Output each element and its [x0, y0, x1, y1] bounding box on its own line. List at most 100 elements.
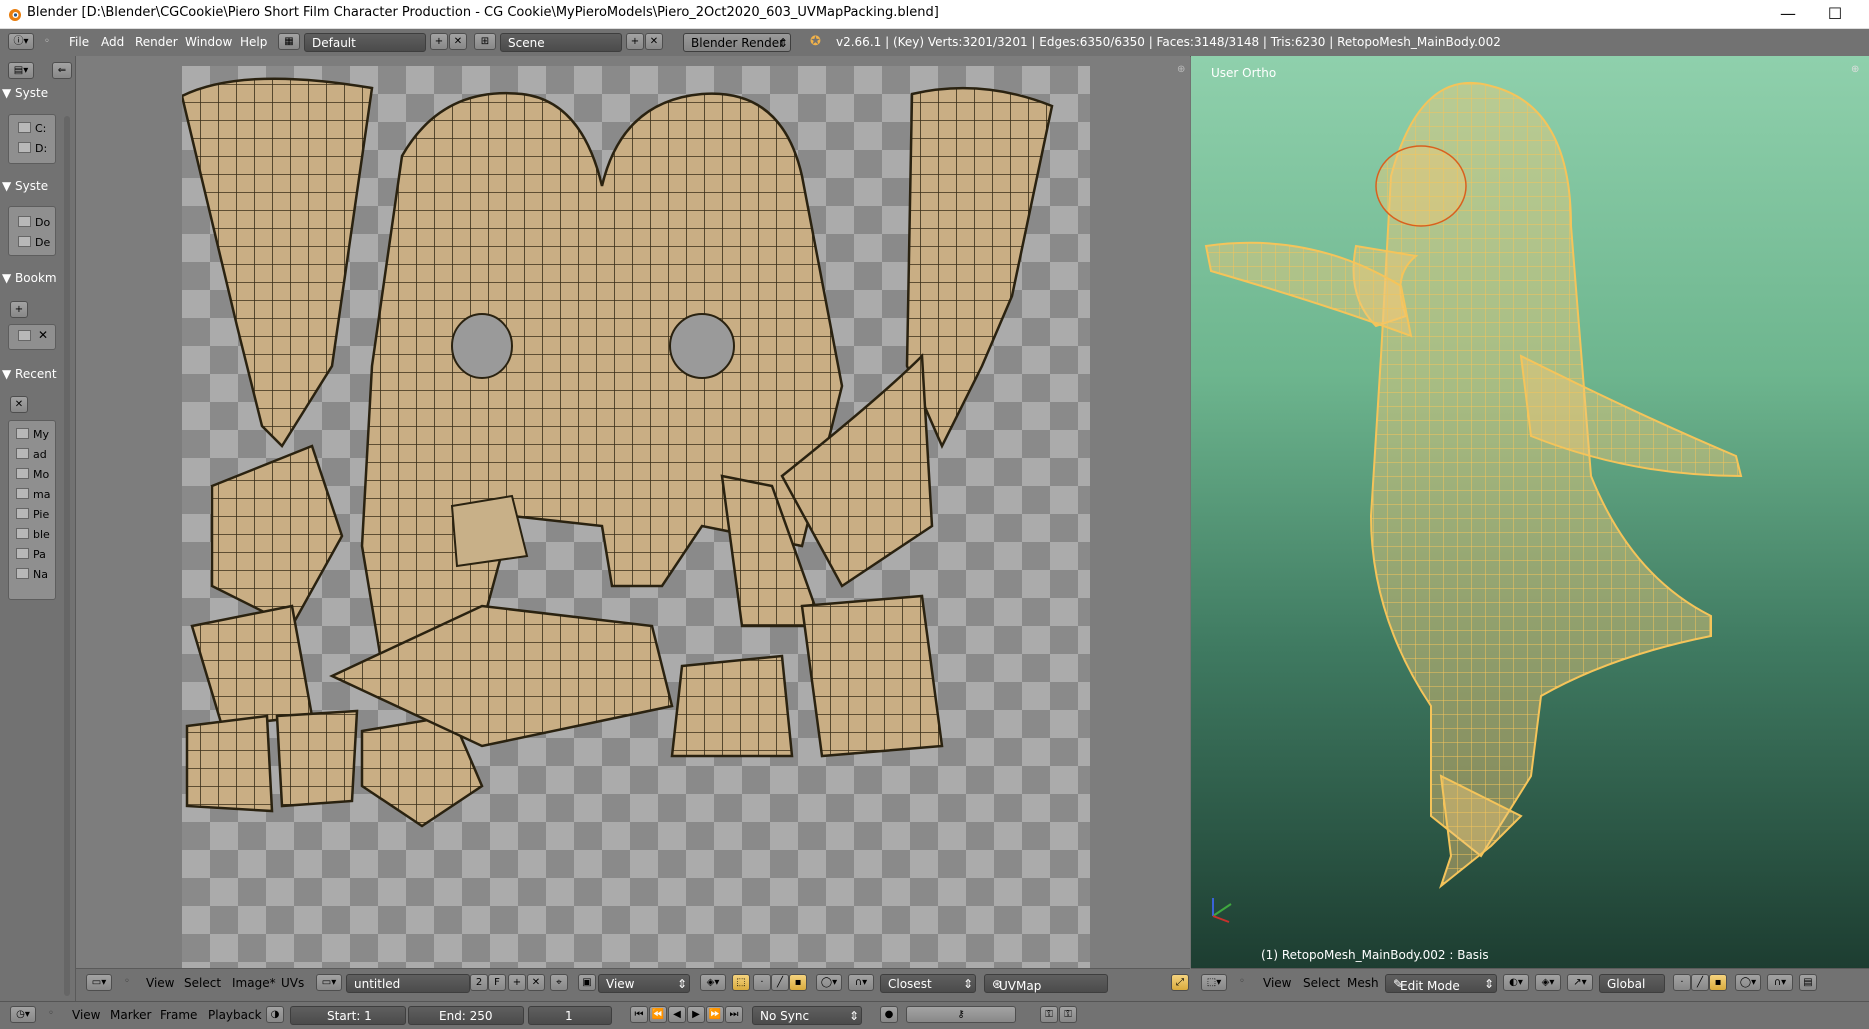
viewport-shading-icon[interactable]: ◐▾ — [1503, 974, 1529, 991]
sync-mode-dropdown[interactable]: No Sync ⇕ — [752, 1006, 862, 1025]
edge-select-icon[interactable]: ╱ — [771, 974, 789, 991]
uv-island-foot-right[interactable] — [670, 654, 794, 758]
menu-render[interactable]: Render — [135, 35, 178, 49]
fake-user-toggle[interactable]: F — [488, 974, 506, 991]
snap-icon[interactable]: ∩▾ — [848, 974, 874, 991]
remove-bookmark-icon[interactable]: ✕ — [38, 328, 48, 342]
mode-dropdown[interactable]: ✎ Edit Mode ⇕ — [1385, 974, 1497, 993]
add-bookmark-button[interactable]: + — [10, 301, 28, 318]
image-name-field[interactable]: untitled — [346, 974, 470, 993]
image-users-count[interactable]: 2 — [470, 974, 488, 991]
uv-island-toe-c[interactable] — [275, 709, 359, 808]
auto-keying-button[interactable]: ● — [880, 1006, 898, 1023]
uv-menu-select[interactable]: Select — [184, 976, 221, 990]
menu-help[interactable]: Help — [240, 35, 267, 49]
jump-start-button[interactable]: ⏮ — [630, 1006, 648, 1023]
manipulator-icon[interactable]: ↗▾ — [1567, 974, 1593, 991]
uv-image-editor[interactable]: ⊕ — [76, 56, 1190, 968]
screen-layout-icon[interactable]: ▦ — [278, 33, 300, 50]
section-system-2[interactable]: ▼ Syste — [2, 179, 48, 193]
folder-desktop[interactable]: De — [18, 236, 50, 249]
vertex-select-icon[interactable]: · — [753, 974, 771, 991]
sticky-select-dropdown[interactable]: Closest ⇕ — [880, 974, 976, 993]
recent-item[interactable]: My — [16, 428, 49, 441]
menu-file[interactable]: File — [69, 35, 89, 49]
view-mode-dropdown[interactable]: View ⇕ — [598, 974, 690, 993]
mode-icon[interactable]: ▣ — [578, 974, 596, 991]
area-split-handle-icon[interactable]: ⊕ — [1851, 64, 1859, 75]
collapse-menus-icon[interactable]: ◦ — [44, 36, 50, 47]
transform-orientation-dropdown[interactable]: Global — [1599, 974, 1665, 993]
uv-island-right-arm[interactable] — [905, 86, 1054, 449]
next-keyframe-button[interactable]: ⏩ — [706, 1006, 724, 1023]
recent-item[interactable]: Mo — [16, 468, 49, 481]
parent-directory-button[interactable]: ⇐ — [52, 62, 72, 79]
play-reverse-button[interactable]: ◀ — [668, 1006, 686, 1023]
edge-select-mode[interactable]: ╱ — [1691, 974, 1709, 991]
info-editor-type-icon[interactable]: ⓘ▾ — [8, 33, 34, 50]
recent-item[interactable]: Na — [16, 568, 48, 581]
recent-item[interactable]: ble — [16, 528, 50, 541]
drive-d[interactable]: D: — [18, 142, 47, 155]
add-scene-button[interactable]: + — [626, 33, 644, 50]
preview-range-icon[interactable]: ◑ — [266, 1006, 284, 1023]
uv-menu-uvs[interactable]: UVs — [281, 976, 304, 990]
timeline-menu-playback[interactable]: Playback — [208, 1008, 262, 1022]
uv-menu-image[interactable]: Image* — [232, 976, 276, 990]
image-update-toggle[interactable]: ⤢ — [1171, 974, 1189, 991]
clear-recent-button[interactable]: ✕ — [10, 396, 28, 413]
uv-island-toe-a[interactable] — [190, 604, 314, 728]
section-bookmarks[interactable]: ▼ Bookm — [2, 271, 57, 285]
pin-image-icon[interactable]: ⌖ — [550, 974, 568, 991]
screen-layout-field[interactable]: Default — [304, 33, 426, 52]
vertex-select-mode[interactable]: · — [1673, 974, 1691, 991]
area-split-handle-icon[interactable]: ⊕ — [1177, 64, 1185, 75]
recent-item[interactable]: Pie — [16, 508, 49, 521]
pivot-point-icon[interactable]: ◈▾ — [700, 974, 726, 991]
play-button[interactable]: ▶ — [687, 1006, 705, 1023]
menu-add[interactable]: Add — [101, 35, 124, 49]
timeline-menu-view[interactable]: View — [72, 1008, 100, 1022]
current-frame-field[interactable]: 1 — [528, 1006, 612, 1025]
uv-islands-layer[interactable] — [182, 66, 1090, 968]
section-recent[interactable]: ▼ Recent — [2, 367, 57, 381]
timeline-editor-type-icon[interactable]: ◷▾ — [10, 1006, 36, 1023]
uv-island-left-arm[interactable] — [182, 77, 374, 448]
sidebar-scrollbar[interactable] — [64, 116, 70, 996]
face-select-icon[interactable]: ▪ — [789, 974, 807, 991]
drive-c[interactable]: C: — [18, 122, 46, 135]
3d-viewport[interactable]: User Ortho (1) RetopoMesh_MainBody.002 :… — [1191, 56, 1869, 968]
bookmark-item[interactable] — [18, 330, 35, 343]
insert-keyframe-button[interactable]: ⚿ — [1040, 1006, 1058, 1023]
collapse-menus-icon[interactable]: ◦ — [1239, 976, 1245, 987]
keying-set-field[interactable]: ⚷ — [906, 1006, 1016, 1023]
delete-screen-button[interactable]: ✕ — [449, 33, 467, 50]
browse-image-icon[interactable]: ▭▾ — [316, 974, 342, 991]
recent-item[interactable]: Pa — [16, 548, 46, 561]
uv-map-field[interactable]: ⊛ UVMap — [984, 974, 1108, 993]
uv-island-foot-left[interactable] — [210, 444, 344, 628]
uv-island-toe-b[interactable] — [185, 714, 274, 813]
minimize-button[interactable]: — — [1765, 0, 1811, 28]
section-system-1[interactable]: ▼ Syste — [2, 86, 48, 100]
pivot-point-icon[interactable]: ◈▾ — [1535, 974, 1561, 991]
end-frame-field[interactable]: End: 250 — [408, 1006, 524, 1025]
jump-end-button[interactable]: ⏭ — [725, 1006, 743, 1023]
3d-editor-type-icon[interactable]: ⬚▾ — [1201, 974, 1227, 991]
layers-icon[interactable]: ▤ — [1799, 974, 1817, 991]
uv-editor-type-icon[interactable]: ▭▾ — [86, 974, 112, 991]
uv-island-belly[interactable] — [800, 594, 944, 758]
menu-window[interactable]: Window — [185, 35, 232, 49]
parrot-wireframe-mesh[interactable] — [1191, 56, 1869, 968]
mesh-menu[interactable]: Mesh — [1347, 976, 1379, 990]
collapse-menus-icon[interactable]: ◦ — [48, 1008, 54, 1019]
parrot-eye[interactable] — [1375, 145, 1467, 227]
delete-scene-button[interactable]: ✕ — [645, 33, 663, 50]
prev-keyframe-button[interactable]: ⏪ — [649, 1006, 667, 1023]
proportional-edit-icon[interactable]: ◯▾ — [816, 974, 842, 991]
proportional-edit-icon[interactable]: ◯▾ — [1735, 974, 1761, 991]
render-engine-dropdown[interactable]: Blender Render ⇕ — [683, 33, 791, 52]
maximize-button[interactable]: ☐ — [1812, 0, 1858, 28]
start-frame-field[interactable]: Start: 1 — [290, 1006, 406, 1025]
unlink-image-button[interactable]: ✕ — [527, 974, 545, 991]
